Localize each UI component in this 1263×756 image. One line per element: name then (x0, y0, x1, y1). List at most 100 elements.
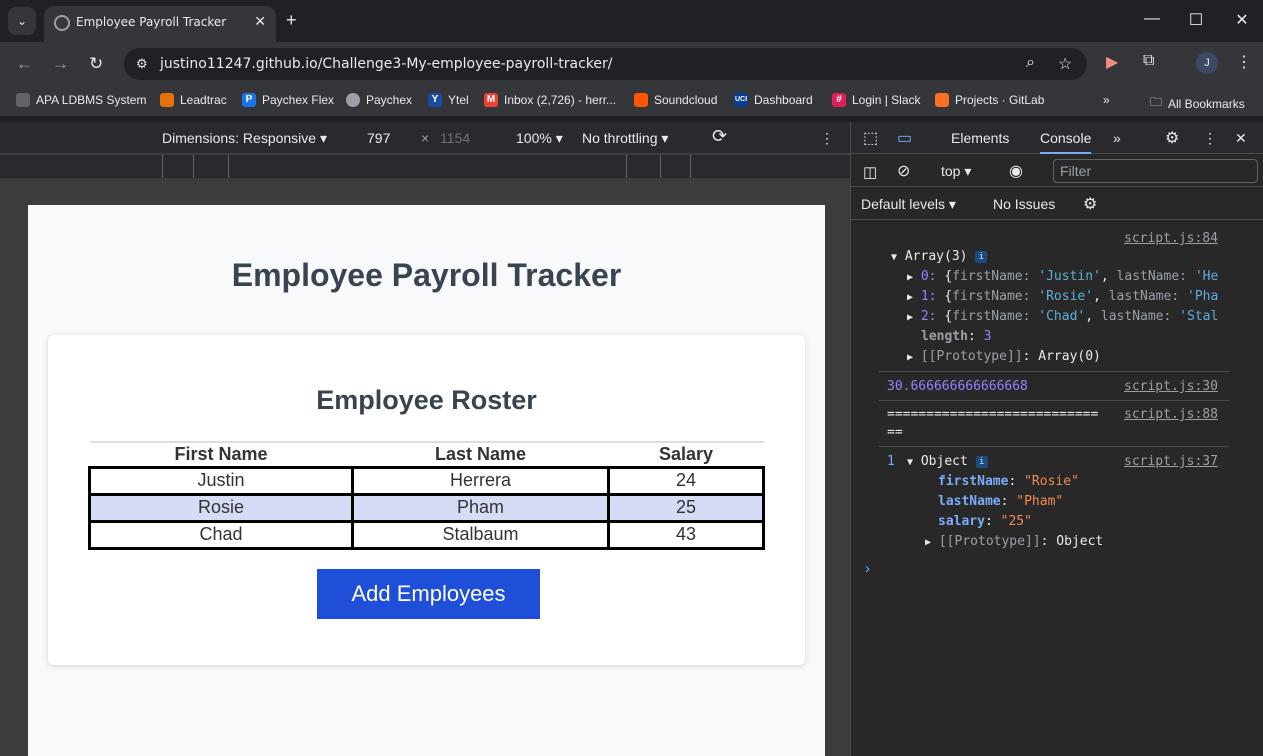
bookmark-item[interactable]: Projects · GitLab (935, 93, 1044, 107)
bookmark-favicon-icon: UCI (734, 93, 748, 107)
star-icon[interactable]: ☆ (1058, 54, 1072, 74)
bookmark-item[interactable]: Leadtrac (160, 93, 227, 107)
cell-first-name: Chad (88, 519, 354, 550)
globe-icon (54, 15, 70, 31)
object-prototype[interactable]: ▶ [[Prototype]]: Object (925, 534, 1103, 549)
rotate-icon[interactable]: ⟳ (712, 126, 727, 147)
reload-icon[interactable]: ↻ (89, 54, 103, 74)
cell-last-name: Pham (351, 492, 610, 523)
close-devtools-icon[interactable]: ✕ (1235, 130, 1247, 147)
tab-strip: ⌄ Employee Payroll Tracker ✕ + — ☐ ✕ (0, 0, 1263, 42)
expanded-triangle-icon: ▼ (907, 457, 914, 468)
zoom-icon[interactable]: ⌕ (1026, 54, 1035, 72)
clear-console-icon[interactable]: ⊘ (897, 161, 910, 181)
more-tabs-icon[interactable]: » (1113, 130, 1121, 146)
log-source-link[interactable]: script.js:84 (1124, 231, 1218, 246)
throttling-select[interactable]: No throttling ▾ (582, 130, 668, 147)
object-log-header[interactable]: ▼ Object i (907, 454, 988, 469)
bookmark-favicon-icon (160, 93, 174, 107)
number-log: 30.666666666666668 (887, 379, 1028, 394)
extensions-icon[interactable]: ⧉ (1143, 52, 1154, 70)
filter-input[interactable]: Filter (1053, 159, 1258, 183)
minimize-icon[interactable]: — (1142, 10, 1162, 28)
array-item[interactable]: ▶ 0: {firstName: 'Justin', lastName: 'He (907, 269, 1218, 284)
log-source-link[interactable]: script.js:88 (1124, 407, 1218, 422)
bookmark-item[interactable]: Y Ytel (428, 93, 469, 107)
bookmark-item[interactable]: UCI Dashboard (734, 93, 813, 107)
table-row: Rosie Pham 25 (88, 492, 765, 523)
more-bookmarks-icon[interactable]: » (1103, 93, 1110, 107)
column-header: Salary (608, 441, 764, 467)
tab-search-icon[interactable]: ⌄ (8, 7, 36, 35)
folder-icon: 🗀 (1150, 95, 1163, 109)
array-prototype[interactable]: ▶ [[Prototype]]: Array(0) (907, 349, 1101, 364)
width-input[interactable]: 797 (367, 130, 390, 146)
media-query-ruler (0, 155, 850, 178)
log-source-link[interactable]: script.js:37 (1124, 454, 1218, 469)
column-header: First Name (89, 441, 353, 467)
dimensions-select[interactable]: Dimensions: Responsive ▾ (162, 130, 327, 147)
bookmark-item[interactable]: APA LDBMS System (16, 93, 146, 107)
bookmark-item[interactable]: P Paychex Flex (242, 93, 334, 107)
cell-salary: 43 (607, 519, 765, 550)
separator-log-wrap: == (887, 425, 903, 440)
device-toolbar: Dimensions: Responsive ▾ 797 × 1154 100%… (0, 122, 850, 154)
devtools-menu-icon[interactable]: ⋮ (1203, 130, 1217, 147)
bookmark-favicon-icon: # (832, 93, 846, 107)
cell-first-name: Justin (88, 465, 354, 496)
inspect-icon[interactable]: ⬚ (863, 128, 878, 148)
cell-first-name: Rosie (88, 492, 354, 523)
tab-elements[interactable]: Elements (951, 130, 1009, 146)
all-bookmarks-folder[interactable]: 🗀 All Bookmarks (1150, 93, 1245, 114)
record-extension-icon[interactable]: ▶ (1106, 52, 1118, 72)
site-info-icon[interactable]: ⚙ (136, 56, 148, 72)
context-select[interactable]: top ▾ (941, 163, 971, 180)
bookmark-item[interactable]: Soundcloud (634, 93, 717, 107)
console-prompt-icon[interactable]: › (865, 560, 870, 577)
settings-gear-icon[interactable]: ⚙ (1165, 128, 1179, 148)
tab-console[interactable]: Console (1040, 130, 1092, 154)
avatar[interactable]: J (1196, 52, 1218, 74)
page-viewport: Employee Payroll Tracker Employee Roster… (28, 205, 825, 756)
separator-log: =========================== (887, 407, 1099, 422)
close-tab-icon[interactable]: ✕ (254, 13, 266, 30)
table-row: Justin Herrera 24 (88, 465, 765, 496)
repeat-count-badge: 1 (887, 454, 895, 469)
address-bar[interactable]: ⚙ justino11247.github.io/Challenge3-My-e… (124, 48, 1087, 80)
sidebar-toggle-icon[interactable]: ◫ (863, 163, 877, 181)
array-item[interactable]: ▶ 1: {firstName: 'Rosie', lastName: 'Pha (907, 289, 1218, 304)
bookmark-item[interactable]: # Login | Slack (832, 93, 921, 107)
zoom-select[interactable]: 100% ▾ (516, 130, 563, 147)
url-text: justino11247.github.io/Challenge3-My-emp… (160, 56, 613, 72)
bookmark-favicon-icon: Y (428, 93, 442, 107)
menu-icon[interactable]: ⋮ (1236, 52, 1252, 72)
cell-salary: 25 (607, 492, 765, 523)
bookmark-item[interactable]: Paychex (346, 93, 412, 107)
height-input[interactable]: 1154 (440, 130, 470, 146)
new-tab-icon[interactable]: + (286, 10, 297, 31)
browser-toolbar: ← → ↻ ⚙ justino11247.github.io/Challenge… (0, 42, 1263, 86)
levels-select[interactable]: Default levels ▾ (861, 196, 956, 213)
log-source-link[interactable]: script.js:30 (1124, 379, 1218, 394)
issues-label[interactable]: No Issues (993, 196, 1055, 212)
roster-table: First Name Last Name Salary Justin Herre… (88, 441, 765, 550)
array-log-header[interactable]: ▼ Array(3) i (891, 249, 988, 264)
live-expression-eye-icon[interactable]: ◉ (1009, 161, 1023, 181)
console-settings-icon[interactable]: ⚙ (1083, 194, 1097, 214)
levels-toolbar: Default levels ▾ No Issues ⚙ (851, 188, 1263, 220)
add-employees-button[interactable]: Add Employees (317, 569, 540, 619)
back-icon[interactable]: ← (16, 54, 33, 74)
bookmark-item[interactable]: M Inbox (2,726) - herr... (484, 93, 616, 107)
roster-card: Employee Roster First Name Last Name Sal… (48, 335, 805, 665)
bookmark-favicon-icon (346, 93, 360, 107)
maximize-icon[interactable]: ☐ (1186, 10, 1206, 30)
bookmark-favicon-icon (634, 93, 648, 107)
browser-tab[interactable]: Employee Payroll Tracker ✕ (44, 6, 276, 42)
object-prop-firstname: firstName: "Rosie" (938, 474, 1079, 489)
close-window-icon[interactable]: ✕ (1232, 10, 1252, 30)
device-toggle-icon[interactable]: ▭ (897, 128, 912, 148)
array-item[interactable]: ▶ 2: {firstName: 'Chad', lastName: 'Stal (907, 309, 1218, 324)
forward-icon[interactable]: → (52, 54, 69, 74)
roster-title: Employee Roster (316, 385, 537, 415)
more-options-icon[interactable]: ⋮ (820, 130, 834, 147)
